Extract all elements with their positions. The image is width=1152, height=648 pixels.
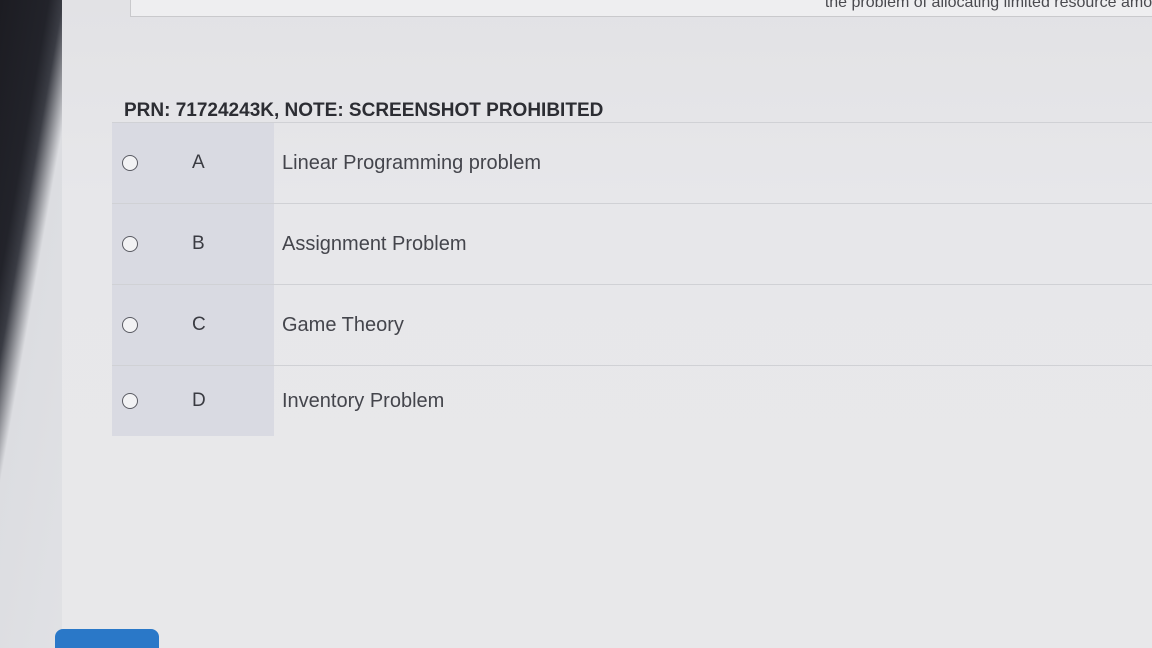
letter-cell: C <box>112 285 274 365</box>
option-letter: A <box>192 152 205 173</box>
option-text[interactable]: Assignment Problem <box>282 233 467 256</box>
exam-page: the problem of allocating limited resour… <box>62 0 1152 648</box>
bottom-button[interactable] <box>55 629 159 648</box>
radio-button-icon[interactable] <box>122 155 138 171</box>
question-box: the problem of allocating limited resour… <box>130 0 1152 17</box>
option-text[interactable]: Inventory Problem <box>282 390 444 413</box>
question-text: the problem of allocating limited resour… <box>824 0 1152 11</box>
option-letter: C <box>192 314 206 335</box>
radio-button-icon[interactable] <box>122 317 138 333</box>
letter-cell: D <box>112 366 274 436</box>
option-b[interactable]: B Assignment Problem <box>112 203 1152 284</box>
prn-note: PRN: 71724243K, NOTE: SCREENSHOT PROHIBI… <box>124 100 604 121</box>
option-c[interactable]: C Game Theory <box>112 284 1152 365</box>
option-d[interactable]: D Inventory Problem <box>112 365 1152 436</box>
option-letter: D <box>192 390 206 411</box>
radio-button-icon[interactable] <box>122 393 138 409</box>
option-letter: B <box>192 233 205 254</box>
letter-cell: A <box>112 123 274 203</box>
option-text[interactable]: Linear Programming problem <box>282 152 541 175</box>
letter-cell: B <box>112 204 274 284</box>
options-list: A Linear Programming problem B Assignmen… <box>112 122 1152 436</box>
radio-button-icon[interactable] <box>122 236 138 252</box>
screen: the problem of allocating limited resour… <box>0 0 1152 648</box>
option-text[interactable]: Game Theory <box>282 314 404 337</box>
option-a[interactable]: A Linear Programming problem <box>112 122 1152 203</box>
